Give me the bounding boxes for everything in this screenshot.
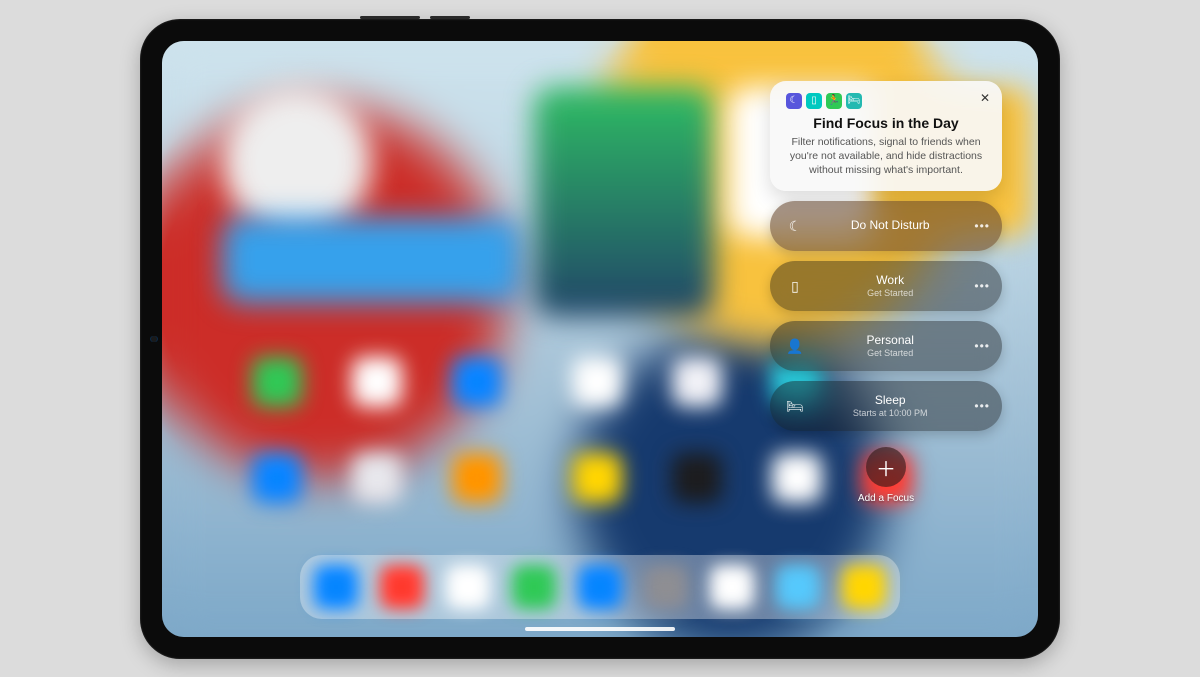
front-camera xyxy=(151,336,157,342)
dock-app xyxy=(446,565,490,609)
moon-icon: ☾ xyxy=(784,215,806,237)
home-indicator[interactable] xyxy=(525,627,675,631)
focus-label: Personal xyxy=(818,334,962,348)
focus-label: Sleep xyxy=(818,394,962,408)
focus-subtitle: Get Started xyxy=(818,288,962,298)
dock xyxy=(300,555,900,619)
runner-icon: 🏃 xyxy=(826,93,842,109)
app-icon xyxy=(252,453,302,503)
app-icon xyxy=(252,357,302,407)
dock-app xyxy=(314,565,358,609)
ipad-screen: ✕ ☾ ▯ 🏃 🛏 Find Focus in the Day Filter n… xyxy=(162,41,1038,637)
volume-buttons xyxy=(360,16,420,19)
widget-clock xyxy=(222,87,372,237)
focus-subtitle: Starts at 10:00 PM xyxy=(818,408,962,418)
badge-icon: ▯ xyxy=(806,93,822,109)
widget-weather xyxy=(222,217,522,303)
moon-icon: ☾ xyxy=(786,93,802,109)
add-focus-button[interactable]: ＋ Add a Focus xyxy=(770,447,1002,504)
app-icon xyxy=(672,453,722,503)
dock-app xyxy=(644,565,688,609)
app-icon xyxy=(572,453,622,503)
focus-mode-sleep[interactable]: 🛏 Sleep Starts at 10:00 PM ••• xyxy=(770,381,1002,431)
dock-app xyxy=(380,565,424,609)
app-icon xyxy=(352,453,402,503)
plus-icon: ＋ xyxy=(866,447,906,487)
ipad-device-frame: ✕ ☾ ▯ 🏃 🛏 Find Focus in the Day Filter n… xyxy=(140,19,1060,659)
person-icon: 👤 xyxy=(784,335,806,357)
app-icon xyxy=(452,357,502,407)
bed-icon: 🛏 xyxy=(846,93,862,109)
focus-mode-do-not-disturb[interactable]: ☾ Do Not Disturb ••• xyxy=(770,201,1002,251)
focus-intro-card: ✕ ☾ ▯ 🏃 🛏 Find Focus in the Day Filter n… xyxy=(770,81,1002,192)
dock-app xyxy=(842,565,886,609)
widget-photos xyxy=(534,87,714,317)
focus-subtitle: Get Started xyxy=(818,348,962,358)
focus-card-description: Filter notifications, signal to friends … xyxy=(784,135,988,178)
focus-card-title: Find Focus in the Day xyxy=(784,115,988,131)
more-button[interactable]: ••• xyxy=(974,339,990,353)
focus-label: Work xyxy=(818,274,962,288)
badge-icon: ▯ xyxy=(784,275,806,297)
app-icon xyxy=(572,357,622,407)
dock-app xyxy=(578,565,622,609)
dock-app xyxy=(710,565,754,609)
focus-mode-work[interactable]: ▯ Work Get Started ••• xyxy=(770,261,1002,311)
more-button[interactable]: ••• xyxy=(974,219,990,233)
app-icon xyxy=(672,357,722,407)
focus-panel: ✕ ☾ ▯ 🏃 🛏 Find Focus in the Day Filter n… xyxy=(770,81,1002,505)
app-icon xyxy=(352,357,402,407)
add-focus-label: Add a Focus xyxy=(858,493,914,504)
dock-app xyxy=(776,565,820,609)
more-button[interactable]: ••• xyxy=(974,279,990,293)
bed-icon: 🛏 xyxy=(784,395,806,417)
close-button[interactable]: ✕ xyxy=(976,89,994,107)
focus-mode-personal[interactable]: 👤 Personal Get Started ••• xyxy=(770,321,1002,371)
focus-mini-icons: ☾ ▯ 🏃 🛏 xyxy=(786,93,988,109)
dock-app xyxy=(512,565,556,609)
app-icon xyxy=(452,453,502,503)
more-button[interactable]: ••• xyxy=(974,399,990,413)
focus-label: Do Not Disturb xyxy=(818,219,962,233)
